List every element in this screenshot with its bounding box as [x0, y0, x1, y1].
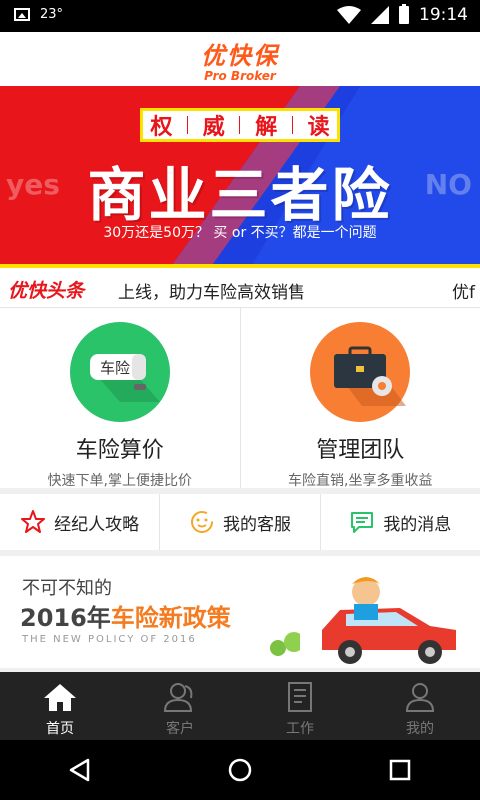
ticker-headline[interactable]: 上线，助力车险高效销售 [118, 278, 305, 303]
tag-divider [239, 116, 241, 134]
message-icon [351, 512, 374, 533]
star-icon [21, 510, 46, 533]
quick-link-label: 我的消息 [383, 514, 452, 535]
home-circle-icon[interactable] [226, 756, 254, 784]
promo-english: THE NEW POLICY OF 2016 [22, 634, 197, 645]
bottom-tab-bar: 首页 客户 工作 我的 [0, 672, 480, 740]
briefcase-icon [310, 322, 411, 422]
app-logo: 优快保 [201, 42, 279, 70]
tab-label: 首页 [46, 721, 74, 737]
ticker-next-headline: 优f [452, 283, 475, 303]
tab-label: 工作 [286, 721, 314, 737]
car-insurance-icon: 车险 [69, 322, 170, 422]
customer-service-button[interactable]: 我的客服 [159, 494, 319, 550]
image-notification-icon [14, 8, 30, 21]
tab-profile[interactable]: 我的 [360, 672, 480, 740]
home-icon [44, 684, 76, 711]
tab-work[interactable]: 工作 [240, 672, 360, 740]
feature-subtitle: 快速下单,掌上便捷比价 [47, 473, 192, 489]
promo-kicker: 不可不知的 [22, 578, 112, 599]
quick-link-label: 经纪人攻略 [54, 514, 140, 535]
temperature: 23° [40, 7, 64, 22]
recents-icon[interactable] [386, 756, 414, 784]
banner-subtitle: 30万还是50万？ 买 or 不买？都是一个问题 [103, 225, 377, 241]
tab-label: 客户 [166, 721, 194, 737]
wifi-icon [337, 6, 361, 24]
feature-subtitle: 车险直销,坐享多重收益 [288, 473, 433, 489]
feature-title: 车险算价 [75, 438, 164, 463]
tab-label: 我的 [406, 721, 434, 737]
signal-icon [371, 6, 389, 24]
feature-title: 管理团队 [316, 438, 405, 463]
banner-tagline: 权 威 解 读 [140, 108, 340, 142]
news-ticker[interactable]: 优快头条 上线，助力车险高效销售 优f [0, 268, 480, 308]
broker-guide-button[interactable]: 经纪人攻略 [0, 494, 159, 550]
tag-divider [187, 116, 189, 134]
smiley-chat-icon [190, 511, 213, 533]
team-management-button[interactable]: 管理团队 车险直销,坐享多重收益 [239, 308, 480, 489]
quick-links: 经纪人攻略 我的客服 我的消息 [0, 494, 480, 550]
tag-char: 解 [255, 115, 278, 140]
tab-customers[interactable]: 客户 [120, 672, 240, 740]
tag-char: 读 [307, 115, 330, 140]
ticker-brand: 优快头条 [8, 280, 85, 302]
tag-char: 威 [202, 115, 225, 140]
work-icon [288, 682, 312, 712]
clock: 19:14 [419, 5, 468, 25]
battery-icon [399, 4, 409, 24]
promo-year: 2016年 [20, 604, 111, 632]
promo-title: 2016年车险新政策 [20, 598, 231, 633]
policy-promo-card[interactable]: 不可不知的 2016年车险新政策 THE NEW POLICY OF 2016 [0, 556, 480, 668]
quick-link-label: 我的客服 [222, 514, 291, 535]
system-nav-bar [0, 740, 480, 800]
profile-icon [405, 683, 435, 712]
app-logo-subtitle: Pro Broker [204, 69, 276, 83]
car-illustration [270, 577, 456, 664]
customers-icon [163, 683, 193, 712]
back-icon[interactable] [66, 756, 94, 784]
promo-banner[interactable]: yes NO 权 威 解 读 商业三者险 30万还是50万？ 买 or 不买？都… [0, 86, 480, 268]
promo-highlight: 车险新政策 [110, 604, 231, 632]
feature-grid: 车险 车险算价 快速下单,掌上便捷比价 管理团队 车险直销,坐享多重收益 [0, 308, 480, 489]
status-bar: 23° 19:14 [0, 0, 480, 32]
tab-home[interactable]: 首页 [0, 672, 120, 740]
car-insurance-badge: 车险 [100, 359, 130, 377]
car-insurance-quote-button[interactable]: 车险 车险算价 快速下单,掌上便捷比价 [0, 308, 240, 489]
app-header: 优快保 Pro Broker [0, 32, 480, 86]
banner-title: 商业三者险 [87, 161, 393, 229]
tag-divider [291, 116, 293, 134]
tag-char: 权 [150, 115, 173, 140]
my-messages-button[interactable]: 我的消息 [319, 494, 480, 550]
